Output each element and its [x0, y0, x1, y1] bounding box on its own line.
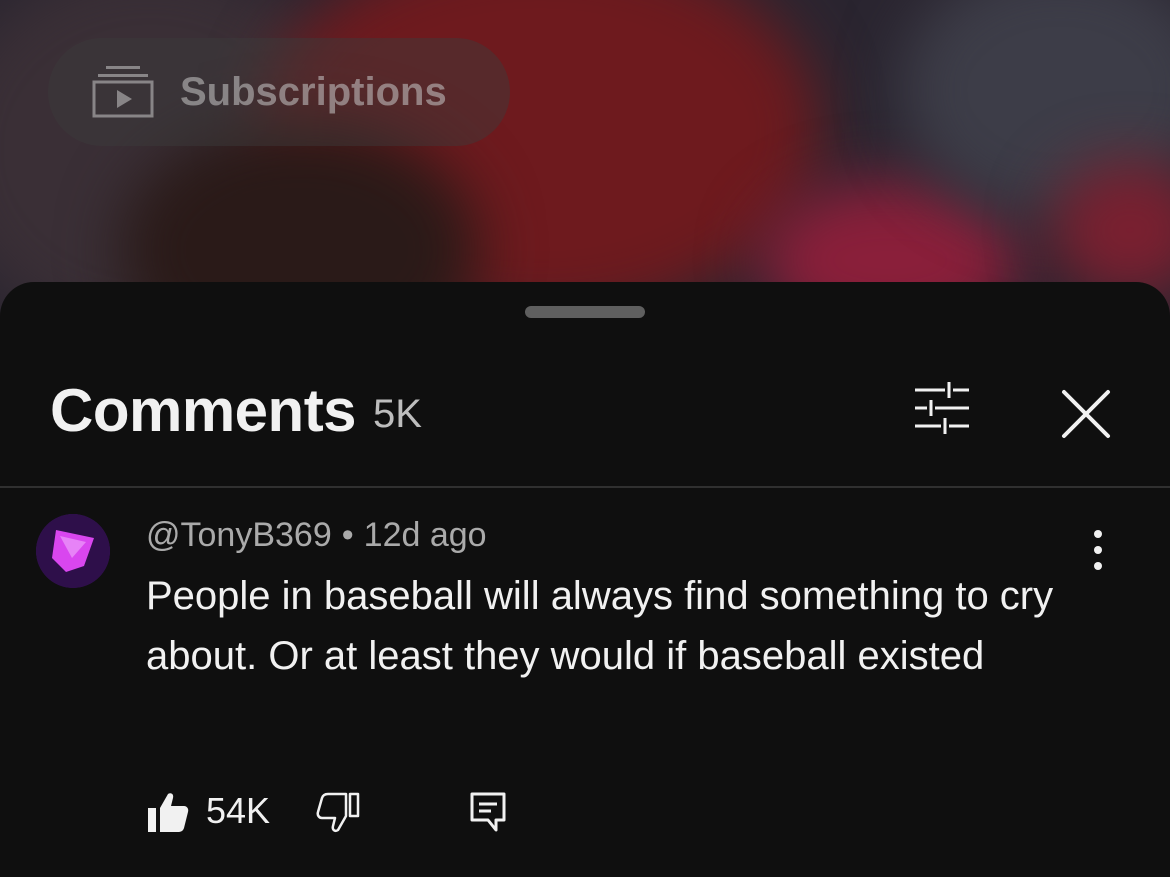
like-count: 54K — [206, 790, 271, 831]
comment-actions: 54K — [146, 788, 646, 848]
sliders-icon[interactable] — [905, 380, 979, 444]
close-icon[interactable] — [1050, 378, 1122, 450]
avatar[interactable] — [36, 514, 110, 588]
subscriptions-chip[interactable]: Subscriptions — [48, 38, 510, 146]
app-screen: Subscriptions Comments 5K @TonyB369 • 12… — [0, 0, 1170, 877]
comment-time: 12d ago — [363, 516, 487, 554]
drag-handle[interactable] — [525, 306, 645, 318]
reply-icon[interactable] — [468, 790, 508, 834]
comment-author[interactable]: @TonyB369 — [146, 516, 332, 554]
subscriptions-icon — [92, 66, 154, 118]
meta-separator: • — [341, 516, 354, 554]
comment-meta: @TonyB369 • 12d ago — [146, 516, 487, 555]
comments-sheet: Comments 5K @TonyB369 • 12d ago People i… — [0, 282, 1170, 877]
subscriptions-label: Subscriptions — [180, 69, 447, 114]
comments-header: Comments 5K — [0, 362, 1170, 462]
thumbs-down-icon[interactable] — [316, 790, 360, 834]
comments-title: Comments — [50, 377, 357, 444]
comment-thread: @TonyB369 • 12d ago People in baseball wil… — [0, 488, 1170, 877]
thumbs-up-icon[interactable] — [146, 790, 190, 834]
avatar-image — [36, 514, 110, 588]
video-background[interactable]: Subscriptions — [0, 0, 1170, 320]
comments-count: 5K — [373, 392, 422, 436]
comment-text: People in baseball will always find some… — [146, 574, 1054, 678]
